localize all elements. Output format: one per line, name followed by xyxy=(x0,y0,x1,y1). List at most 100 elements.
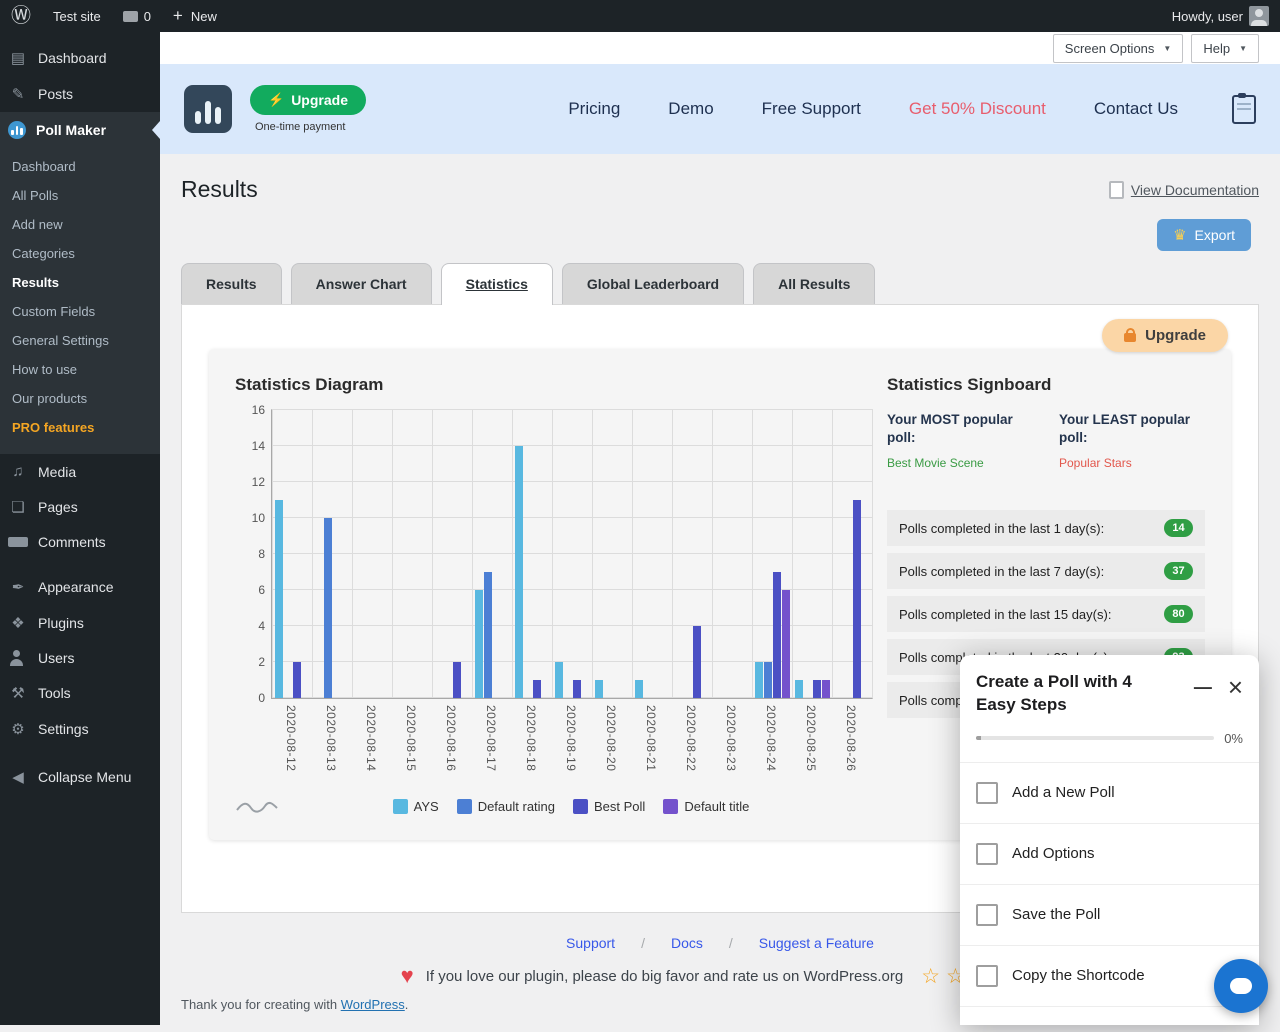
banner-link-pricing[interactable]: Pricing xyxy=(568,99,620,119)
help-label: Help xyxy=(1203,41,1230,56)
pages-icon: ❏ xyxy=(8,498,28,516)
legend-label: Default rating xyxy=(478,799,555,814)
sidebar-item-dashboard[interactable]: ▤ Dashboard xyxy=(0,40,160,76)
checkbox-add-options[interactable] xyxy=(976,843,998,865)
chat-launcher-button[interactable] xyxy=(1214,959,1268,1013)
signboard-row-label: Polls completed in the last 1 day(s): xyxy=(899,521,1104,536)
wp-logo-menu[interactable]: Ⓦ xyxy=(0,0,42,32)
y-tick-label: 6 xyxy=(241,582,265,598)
submenu-item-our-products[interactable]: Our products xyxy=(0,384,160,413)
new-label: New xyxy=(191,9,217,24)
comment-bubble-icon xyxy=(123,11,138,22)
x-tick-label: 2020-08-22 xyxy=(684,705,698,791)
tab-answer-chart[interactable]: Answer Chart xyxy=(291,263,432,304)
checkbox-add-a-new-poll[interactable] xyxy=(976,782,998,804)
submenu-item-pro-features[interactable]: PRO features xyxy=(0,413,160,442)
submenu-item-results[interactable]: Results xyxy=(0,268,160,297)
submenu-item-categories[interactable]: Categories xyxy=(0,239,160,268)
submenu-item-how-to-use[interactable]: How to use xyxy=(0,355,160,384)
menu-item-label: Settings xyxy=(38,721,89,737)
submenu-item-add-new[interactable]: Add new xyxy=(0,210,160,239)
person-head xyxy=(13,650,20,657)
wordpress-link[interactable]: WordPress xyxy=(341,997,405,1012)
signboard-row-label: Polls completed in the last 7 day(s): xyxy=(899,564,1104,579)
bar-best-poll xyxy=(853,500,861,698)
x-tick-label: 2020-08-16 xyxy=(444,705,458,791)
statistics-diagram: Statistics Diagram 0246810121416 2020-08… xyxy=(235,375,883,814)
sidebar-item-users[interactable]: Users xyxy=(0,641,160,675)
menu-item-label: Dashboard xyxy=(38,50,107,66)
banner-link-get-50-discount[interactable]: Get 50% Discount xyxy=(909,99,1046,119)
poll-maker-submenu: DashboardAll PollsAdd newCategoriesResul… xyxy=(0,148,160,454)
x-tick-label: 2020-08-19 xyxy=(564,705,578,791)
submenu-item-custom-fields[interactable]: Custom Fields xyxy=(0,297,160,326)
logo-bar xyxy=(215,107,221,124)
modal-steps: Add a New PollAdd OptionsSave the PollCo… xyxy=(960,762,1259,1007)
banner-link-demo[interactable]: Demo xyxy=(668,99,713,119)
modal-step-add-options: Add Options xyxy=(960,824,1259,885)
star-icon[interactable]: ☆ xyxy=(921,966,940,987)
minimize-icon[interactable]: — xyxy=(1194,678,1212,696)
collapse-menu-button[interactable]: ◀ Collapse Menu xyxy=(0,759,160,795)
submenu-item-all-polls[interactable]: All Polls xyxy=(0,181,160,210)
sidebar-item-settings[interactable]: ⚙Settings xyxy=(0,711,160,747)
x-tick-label: 2020-08-13 xyxy=(324,705,338,791)
site-name-link[interactable]: Test site xyxy=(42,0,112,32)
menu-item-label: Appearance xyxy=(38,579,114,595)
chevron-down-icon: ▼ xyxy=(1239,44,1247,53)
my-account-menu[interactable]: Howdy, user xyxy=(1161,0,1280,32)
legend-label: Best Poll xyxy=(594,799,645,814)
tab-all-results[interactable]: All Results xyxy=(753,263,875,304)
x-label-slot: 2020-08-20 xyxy=(591,699,631,791)
comment-count: 0 xyxy=(144,9,151,24)
upgrade-pill-button[interactable]: Upgrade xyxy=(1102,319,1228,352)
export-button[interactable]: ♛ Export xyxy=(1157,219,1251,251)
chart-title: Statistics Diagram xyxy=(235,375,883,395)
upgrade-button[interactable]: ⚡ Upgrade xyxy=(250,85,366,115)
dashboard-icon: ▤ xyxy=(8,49,28,67)
document-icon xyxy=(1109,181,1124,199)
y-tick-label: 10 xyxy=(241,510,265,526)
sidebar-item-comments[interactable]: Comments xyxy=(0,525,160,559)
suggest-feature-link[interactable]: Suggest a Feature xyxy=(759,935,874,951)
submenu-item-general-settings[interactable]: General Settings xyxy=(0,326,160,355)
sidebar-item-media[interactable]: ♫Media xyxy=(0,454,160,489)
poll-bar xyxy=(16,126,19,135)
admin-bar-comments[interactable]: 0 xyxy=(112,0,162,32)
sidebar-item-tools[interactable]: ⚒Tools xyxy=(0,675,160,711)
docs-link[interactable]: Docs xyxy=(671,935,703,951)
upgrade-pill-label: Upgrade xyxy=(1145,327,1206,344)
sidebar-item-posts[interactable]: ✎Posts xyxy=(0,76,160,112)
close-icon[interactable]: × xyxy=(1228,677,1243,698)
support-link[interactable]: Support xyxy=(566,935,615,951)
sidebar-item-poll-maker[interactable]: Poll Maker xyxy=(0,112,160,148)
sidebar-item-pages[interactable]: ❏ Pages xyxy=(0,489,160,525)
banner-link-free-support[interactable]: Free Support xyxy=(762,99,861,119)
rate-text: If you love our plugin, please do big fa… xyxy=(426,968,904,985)
collapse-label: Collapse Menu xyxy=(38,769,131,785)
view-documentation-link[interactable]: View Documentation xyxy=(1109,181,1259,199)
bar-group-2020-08-15 xyxy=(392,410,432,698)
posts-icon: ✎ xyxy=(8,85,28,103)
x-tick-label: 2020-08-17 xyxy=(484,705,498,791)
sidebar-item-plugins[interactable]: ❖Plugins xyxy=(0,605,160,641)
bar-best-poll xyxy=(773,572,781,698)
bar-group-2020-08-13 xyxy=(312,410,352,698)
banner-link-contact-us[interactable]: Contact Us xyxy=(1094,99,1178,119)
menu-item-label: Pages xyxy=(38,499,78,515)
sidebar-item-appearance[interactable]: ✒Appearance xyxy=(0,569,160,605)
tab-results[interactable]: Results xyxy=(181,263,282,304)
new-content-menu[interactable]: + New xyxy=(162,0,228,32)
menu-item-label: Users xyxy=(38,650,75,666)
checkbox-save-the-poll[interactable] xyxy=(976,904,998,926)
modal-step-add-a-new-poll: Add a New Poll xyxy=(960,763,1259,824)
help-button[interactable]: Help ▼ xyxy=(1191,34,1259,63)
screen-options-button[interactable]: Screen Options ▼ xyxy=(1053,34,1184,63)
checkbox-copy-the-shortcode[interactable] xyxy=(976,965,998,987)
tab-global-leaderboard[interactable]: Global Leaderboard xyxy=(562,263,744,304)
tab-statistics[interactable]: Statistics xyxy=(441,263,553,305)
submenu-item-dashboard[interactable]: Dashboard xyxy=(0,152,160,181)
clipboard-icon[interactable] xyxy=(1232,95,1256,124)
bar-default-rating xyxy=(764,662,772,698)
least-popular-value: Popular Stars xyxy=(1059,456,1205,470)
